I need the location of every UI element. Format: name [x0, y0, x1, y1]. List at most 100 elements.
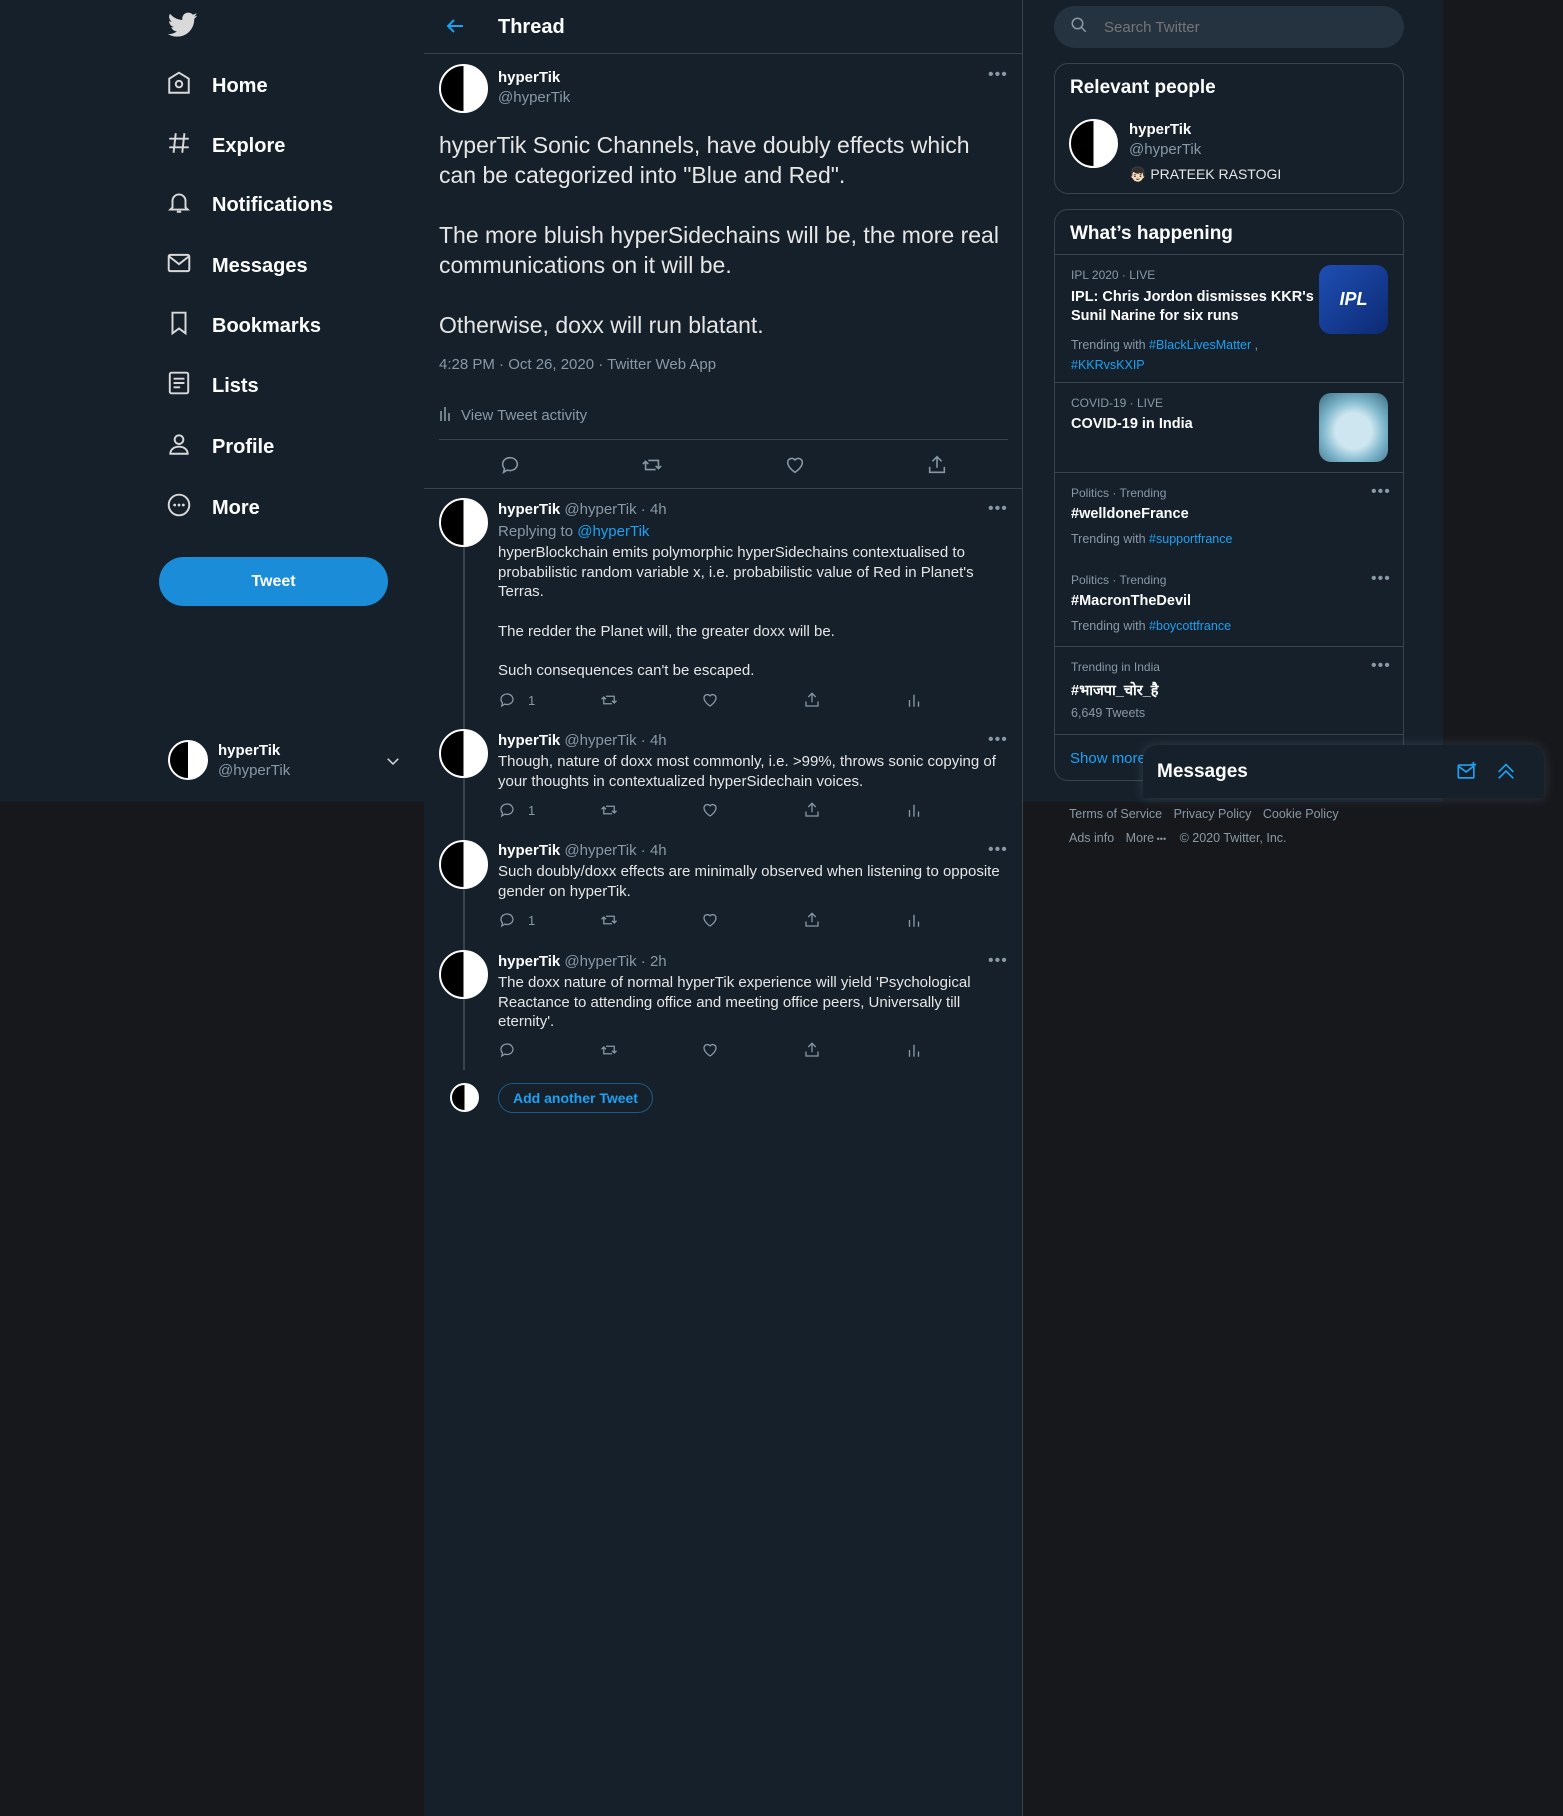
new-message-icon[interactable]	[1456, 760, 1478, 787]
more-options-icon[interactable]: •••	[988, 841, 1008, 859]
reply-icon[interactable]: 1	[498, 801, 535, 819]
author-name[interactable]: hyperTik	[498, 69, 560, 86]
like-icon[interactable]	[784, 454, 806, 476]
reply-icon[interactable]	[499, 454, 521, 476]
trend-title: #भाजपा_चोर_है	[1071, 683, 1159, 699]
nav-home[interactable]: Home	[166, 64, 268, 108]
nav-more[interactable]: More	[166, 486, 260, 530]
nav-lists[interactable]: Lists	[166, 364, 259, 408]
author-name[interactable]: hyperTik	[498, 501, 560, 518]
more-options-icon[interactable]: •••	[988, 952, 1008, 970]
nav-messages[interactable]: Messages	[166, 244, 308, 288]
author-handle[interactable]: @hyperTik	[564, 953, 636, 970]
tweet-meta[interactable]: 4:28 PM · Oct 26, 2020 · Twitter Web App	[439, 356, 716, 373]
nav-bookmarks[interactable]: Bookmarks	[166, 304, 321, 348]
bookmark-icon	[166, 310, 212, 342]
author-handle[interactable]: @hyperTik	[564, 842, 636, 859]
search-input[interactable]	[1102, 17, 1362, 37]
share-icon[interactable]	[803, 691, 821, 709]
avatar[interactable]	[439, 64, 488, 113]
like-icon[interactable]	[701, 801, 719, 819]
reply-icon[interactable]	[498, 1041, 528, 1059]
timestamp[interactable]: · 4h	[641, 732, 667, 749]
hashtag-link[interactable]: #supportfrance	[1149, 532, 1232, 546]
avatar[interactable]	[1069, 119, 1118, 168]
retweet-icon[interactable]	[600, 691, 618, 709]
author-name[interactable]: hyperTik	[498, 842, 560, 859]
more-options-icon[interactable]: •••	[988, 500, 1008, 518]
nav-explore[interactable]: Explore	[166, 124, 285, 168]
timestamp[interactable]: · 4h	[641, 842, 667, 859]
person-handle[interactable]: @hyperTik	[1129, 141, 1201, 158]
share-icon[interactable]	[926, 454, 948, 476]
trend-item[interactable]: IPL 2020 · LIVE IPL: Chris Jordon dismis…	[1055, 255, 1403, 382]
author-handle[interactable]: @hyperTik	[564, 501, 636, 518]
bell-icon	[166, 189, 212, 221]
add-another-tweet-button[interactable]: Add another Tweet	[498, 1083, 653, 1113]
trend-with: Trending with #boycottfrance	[1071, 619, 1231, 633]
like-icon[interactable]	[701, 1041, 719, 1059]
messages-dock[interactable]: Messages	[1143, 745, 1544, 798]
analytics-icon[interactable]	[905, 691, 923, 709]
more-options-icon[interactable]: •••	[1371, 570, 1391, 588]
person-name[interactable]: hyperTik	[1129, 121, 1191, 138]
more-dots-icon[interactable]: •••	[1154, 834, 1166, 844]
trend-with: Trending with #supportfrance	[1071, 532, 1232, 546]
search-box[interactable]	[1054, 6, 1404, 48]
footer-link[interactable]: More	[1126, 831, 1154, 845]
share-icon[interactable]	[803, 801, 821, 819]
retweet-icon[interactable]	[641, 454, 663, 476]
more-options-icon[interactable]: •••	[1371, 657, 1391, 675]
reply-icon[interactable]: 1	[498, 691, 535, 709]
account-switcher[interactable]: hyperTik @hyperTik	[168, 738, 408, 784]
footer-link[interactable]: Privacy Policy	[1174, 807, 1252, 821]
trend-item[interactable]: COVID-19 · LIVE COVID-19 in India	[1055, 383, 1403, 472]
analytics-icon[interactable]	[905, 1041, 923, 1059]
like-icon[interactable]	[701, 691, 719, 709]
share-icon[interactable]	[803, 1041, 821, 1059]
reply-count: 1	[528, 912, 536, 928]
avatar[interactable]	[439, 840, 488, 889]
retweet-icon[interactable]	[600, 1041, 618, 1059]
trend-item[interactable]: Politics · Trending #MacronTheDevil Tren…	[1055, 560, 1403, 646]
nav-notifications[interactable]: Notifications	[166, 183, 333, 227]
avatar[interactable]	[439, 498, 488, 547]
more-options-icon[interactable]: •••	[988, 66, 1008, 84]
more-circle-icon	[166, 492, 212, 524]
twitter-logo-icon[interactable]	[168, 12, 198, 38]
collapse-up-icon[interactable]	[1495, 760, 1517, 787]
show-more-link[interactable]: Show more	[1070, 750, 1146, 767]
like-icon[interactable]	[701, 911, 719, 929]
retweet-icon[interactable]	[600, 801, 618, 819]
back-arrow-icon[interactable]	[443, 14, 467, 43]
footer-links: Terms of Service Privacy Policy Cookie P…	[1069, 802, 1339, 851]
retweet-icon[interactable]	[600, 911, 618, 929]
footer-link[interactable]: Ads info	[1069, 831, 1114, 845]
avatar[interactable]	[439, 729, 488, 778]
mention-link[interactable]: @hyperTik	[577, 523, 649, 540]
trend-item[interactable]: Trending in India #भाजपा_चोर_है 6,649 Tw…	[1055, 647, 1403, 734]
timestamp[interactable]: · 2h	[641, 953, 667, 970]
view-activity[interactable]: View Tweet activity	[439, 405, 587, 425]
footer-link[interactable]: Cookie Policy	[1263, 807, 1339, 821]
share-icon[interactable]	[803, 911, 821, 929]
author-handle[interactable]: @hyperTik	[498, 89, 570, 106]
author-handle[interactable]: @hyperTik	[564, 732, 636, 749]
hashtag-link[interactable]: #boycottfrance	[1149, 619, 1231, 633]
hashtag-link[interactable]: #KKRvsKXIP	[1071, 358, 1145, 372]
trend-item[interactable]: Politics · Trending #welldoneFrance Tren…	[1055, 473, 1403, 560]
more-options-icon[interactable]: •••	[988, 731, 1008, 749]
nav-profile[interactable]: Profile	[166, 425, 274, 469]
more-options-icon[interactable]: •••	[1371, 483, 1391, 501]
analytics-icon[interactable]	[905, 801, 923, 819]
author-name[interactable]: hyperTik	[498, 953, 560, 970]
analytics-icon[interactable]	[905, 911, 923, 929]
author-name[interactable]: hyperTik	[498, 732, 560, 749]
timestamp[interactable]: · 4h	[641, 501, 667, 518]
nav-label: More	[212, 496, 260, 519]
avatar[interactable]	[439, 950, 488, 999]
tweet-button[interactable]: Tweet	[159, 557, 388, 606]
hashtag-link[interactable]: #BlackLivesMatter	[1149, 338, 1251, 352]
footer-link[interactable]: Terms of Service	[1069, 807, 1162, 821]
reply-icon[interactable]: 1	[498, 911, 535, 929]
